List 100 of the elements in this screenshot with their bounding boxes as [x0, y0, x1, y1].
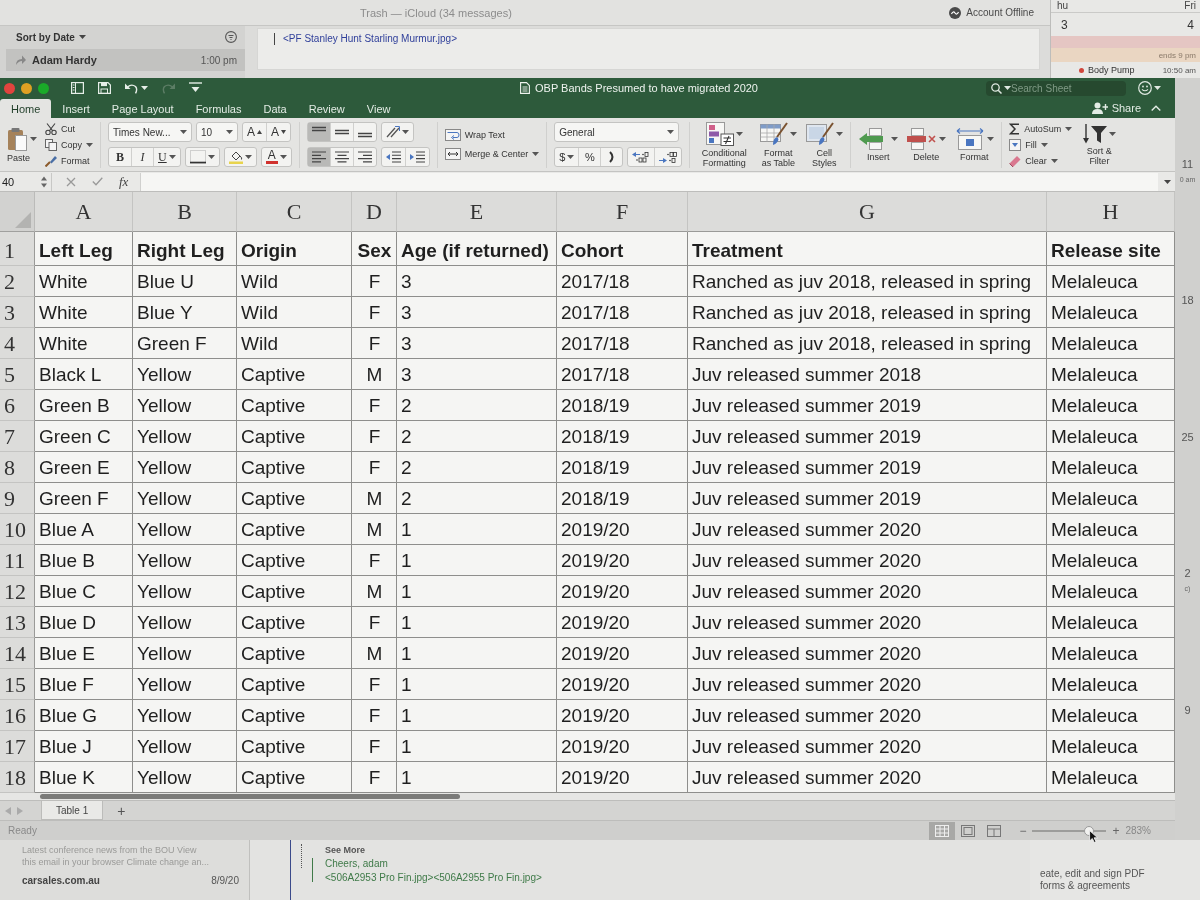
row-header[interactable]: 8 — [0, 452, 35, 483]
fullscreen-window-icon[interactable] — [38, 82, 49, 94]
formula-input-field[interactable] — [140, 172, 1158, 191]
table-cell: 1 — [397, 700, 557, 731]
row-header[interactable]: 9 — [0, 483, 35, 514]
row-header[interactable]: 15 — [0, 669, 35, 700]
format-painter-button[interactable]: Format — [45, 153, 93, 168]
decrease-font-size-button[interactable]: A — [266, 123, 291, 141]
check-icon[interactable] — [92, 177, 103, 186]
row-header[interactable]: 3 — [0, 297, 35, 328]
align-top-button[interactable] — [307, 123, 330, 141]
delete-cells-button[interactable]: Delete — [906, 127, 947, 162]
format-cells-button[interactable]: Format — [954, 127, 995, 162]
share-button[interactable]: Share — [1091, 102, 1141, 114]
column-header[interactable]: F — [557, 192, 688, 232]
row-header[interactable]: 17 — [0, 731, 35, 762]
table-cell: Juv released summer 2019 — [688, 452, 1047, 483]
event-dot-icon — [1079, 67, 1084, 73]
ribbon-tab[interactable]: Review — [297, 99, 356, 118]
minimize-window-icon[interactable] — [21, 82, 32, 94]
column-header[interactable]: A — [35, 192, 133, 232]
row-header[interactable]: 7 — [0, 421, 35, 452]
cell-brush-icon — [805, 121, 834, 146]
row-header[interactable]: 10 — [0, 514, 35, 545]
caret-icon — [735, 131, 743, 136]
message-list-item[interactable]: Adam Hardy 1:00 pm — [6, 49, 245, 71]
ribbon-tab[interactable]: View — [355, 99, 402, 118]
ribbon-tab[interactable]: Insert — [51, 99, 101, 118]
clear-button[interactable]: Clear — [1009, 153, 1073, 168]
caret-icon — [86, 142, 93, 147]
zoom-out-button[interactable]: − — [1019, 823, 1027, 838]
sort-menu-button[interactable]: Sort by Date — [16, 31, 86, 43]
bold-button[interactable]: B — [109, 148, 131, 166]
ribbon-tab[interactable]: Page Layout — [100, 99, 185, 118]
row-header[interactable]: 2 — [0, 266, 35, 297]
increase-font-size-button[interactable]: A — [243, 123, 267, 141]
column-header[interactable]: E — [397, 192, 557, 232]
percent-button[interactable]: % — [578, 148, 601, 166]
table-cell: Juv released summer 2020 — [688, 514, 1047, 545]
table-cell: M — [352, 483, 397, 514]
conditional-formatting-button[interactable]: Conditional Formatting — [697, 121, 752, 168]
table-cell: 2 — [397, 483, 557, 514]
event-title[interactable]: Body Pump — [1088, 65, 1135, 75]
row-header[interactable]: 6 — [0, 390, 35, 421]
row-header[interactable]: 11 — [0, 545, 35, 576]
table-cell: 2019/20 — [557, 514, 688, 545]
sheet-tab[interactable]: Table 1 — [41, 801, 104, 820]
cell-styles-button[interactable]: Cell Styles — [805, 121, 844, 168]
fill-button[interactable]: Fill — [1009, 137, 1073, 152]
copy-button[interactable]: Copy — [45, 137, 93, 152]
row-header[interactable]: 5 — [0, 359, 35, 390]
number-format-dropdown[interactable]: General — [554, 122, 680, 142]
zoom-in-button[interactable]: + — [1112, 823, 1120, 838]
row-header[interactable]: 13 — [0, 607, 35, 638]
save-icon[interactable] — [98, 82, 111, 94]
window-title: Trash — iCloud (34 messages) — [360, 6, 512, 19]
sort-filter-button[interactable]: Sort & Filter — [1080, 123, 1119, 166]
undo-icon[interactable] — [125, 82, 138, 94]
see-more-link[interactable]: See More — [325, 845, 542, 855]
chevron-up-icon[interactable] — [1151, 105, 1161, 111]
insert-function-button[interactable]: fx — [119, 173, 129, 190]
font-name-dropdown[interactable]: Times New... — [108, 122, 192, 142]
column-header[interactable]: H — [1047, 192, 1175, 232]
attachment-link[interactable]: <PF Stanley Hunt Starling Murmur.jpg> — [283, 33, 457, 44]
row-header[interactable]: 1 — [0, 232, 35, 266]
scrollbar-thumb[interactable] — [40, 794, 460, 799]
row-header[interactable]: 16 — [0, 700, 35, 731]
column-header[interactable]: C — [237, 192, 352, 232]
wrap-text-button[interactable]: Wrap Text — [444, 128, 540, 142]
add-sheet-button[interactable]: + — [109, 801, 134, 820]
paste-button[interactable]: Paste — [7, 126, 37, 163]
format-as-table-button[interactable]: Format as Table — [759, 121, 798, 168]
ribbon-tab[interactable]: Home — [0, 99, 52, 118]
font-size-dropdown[interactable]: 10 — [196, 122, 238, 142]
search-field[interactable]: Search Sheet — [986, 80, 1126, 96]
sidebar-icon[interactable] — [71, 82, 84, 94]
row-header[interactable]: 14 — [0, 638, 35, 669]
ribbon-tab[interactable]: Formulas — [184, 99, 253, 118]
row-header[interactable]: 18 — [0, 762, 35, 793]
row-header[interactable]: 4 — [0, 328, 35, 359]
ribbon-tab[interactable]: Data — [252, 99, 298, 118]
merge-center-button[interactable]: Merge & Center — [444, 147, 540, 161]
cut-button[interactable]: Cut — [45, 121, 93, 136]
autosum-button[interactable]: AutoSum — [1009, 121, 1073, 136]
font-color-button[interactable]: A — [261, 148, 291, 166]
align-left-button[interactable] — [307, 148, 330, 166]
customize-caret-icon[interactable] — [189, 82, 202, 94]
column-header[interactable]: B — [133, 192, 237, 232]
delete-cells-icon — [906, 127, 937, 150]
smiley-icon[interactable] — [1138, 81, 1152, 95]
insert-cells-button[interactable]: Insert — [858, 127, 899, 162]
filter-icon[interactable] — [225, 31, 237, 43]
column-header[interactable]: D — [352, 192, 397, 232]
column-header[interactable]: G — [688, 192, 1047, 232]
name-box-field[interactable]: 40 — [0, 172, 52, 191]
row-header[interactable]: 12 — [0, 576, 35, 607]
italic-button[interactable]: I — [131, 148, 153, 166]
underline-button[interactable]: U — [153, 148, 180, 166]
table-cell: Blue B — [35, 545, 133, 576]
currency-button[interactable]: $ — [555, 148, 579, 166]
